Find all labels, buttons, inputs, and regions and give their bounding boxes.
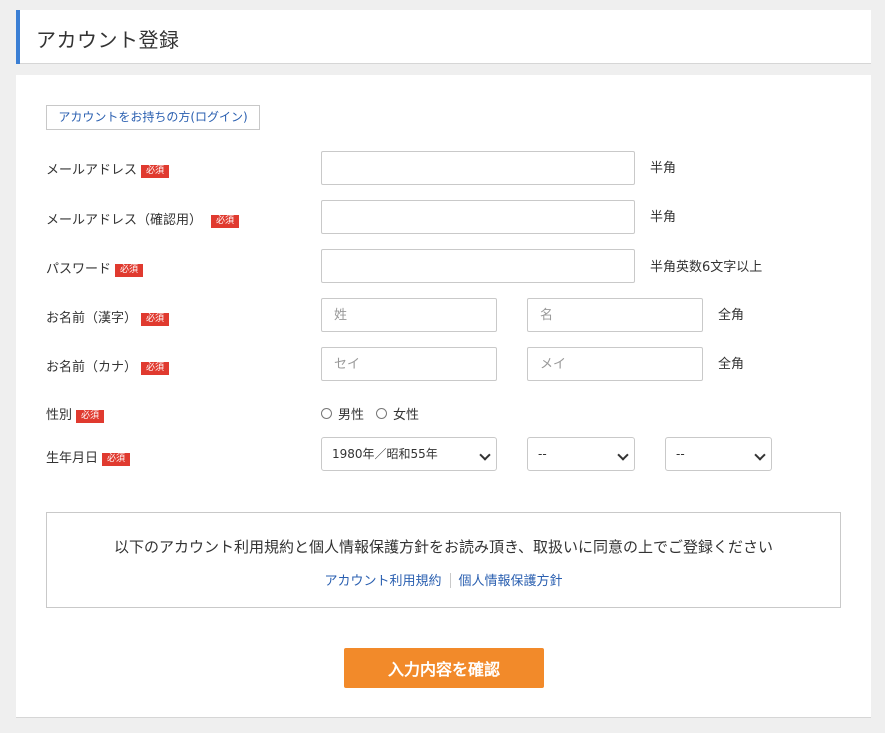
email-confirm-label: メールアドレス（確認用） 必須	[46, 209, 240, 228]
chevron-down-icon	[754, 449, 766, 461]
birth-year-select[interactable]: 1980年／昭和55年	[321, 437, 497, 471]
birth-month-select[interactable]: --	[527, 437, 635, 471]
required-badge: 必須	[141, 362, 170, 375]
first-name-kanji-input[interactable]	[527, 298, 703, 332]
email-confirm-note: 半角	[650, 210, 677, 225]
gender-male-radio[interactable]	[321, 408, 332, 419]
last-name-kanji-input[interactable]	[321, 298, 497, 332]
agreement-links: アカウント利用規約 個人情報保護方針	[47, 570, 840, 589]
password-label: パスワード 必須	[46, 258, 144, 277]
name-kana-label-text: お名前（カナ）	[46, 360, 138, 375]
email-note: 半角	[650, 161, 677, 176]
required-badge: 必須	[141, 165, 170, 178]
name-kana-note: 全角	[718, 357, 745, 372]
email-field[interactable]	[321, 151, 635, 185]
gender-female-radio[interactable]	[376, 408, 388, 419]
required-badge: 必須	[102, 453, 131, 466]
agreement-box: 以下のアカウント利用規約と個人情報保護方針をお読み頂き、取扱いに同意の上でご登録…	[46, 512, 841, 608]
registration-form: アカウントをお持ちの方(ログイン) メールアドレス 必須 半角 メールアドレス（確…	[16, 75, 871, 718]
chevron-down-icon	[479, 449, 491, 461]
gender-radio-group: 男性 女性	[321, 404, 431, 423]
agreement-text: 以下のアカウント利用規約と個人情報保護方針をお読み頂き、取扱いに同意の上でご登録…	[114, 538, 773, 556]
name-kana-label: お名前（カナ） 必須	[46, 356, 170, 375]
chevron-down-icon	[617, 449, 629, 461]
required-badge: 必須	[211, 215, 240, 228]
birth-day-select[interactable]: --	[665, 437, 772, 471]
gender-label: 性別 必須	[46, 404, 105, 423]
privacy-link[interactable]: 個人情報保護方針	[459, 574, 563, 589]
name-kanji-label-text: お名前（漢字）	[46, 311, 138, 326]
name-kanji-label: お名前（漢字） 必須	[46, 307, 170, 326]
password-field[interactable]	[321, 249, 635, 283]
page-header: アカウント登録	[16, 10, 871, 64]
name-kanji-note: 全角	[718, 308, 745, 323]
last-name-kana-input[interactable]	[321, 347, 497, 381]
required-badge: 必須	[76, 410, 105, 423]
required-badge: 必須	[115, 264, 144, 277]
login-link[interactable]: アカウントをお持ちの方(ログイン)	[46, 105, 260, 130]
birth-month-value: --	[538, 447, 547, 461]
birth-year-value: 1980年／昭和55年	[332, 447, 438, 461]
header-accent-bar	[16, 10, 20, 64]
gender-male-label[interactable]: 男性	[338, 404, 364, 423]
first-name-kana-input[interactable]	[527, 347, 703, 381]
required-badge: 必須	[141, 313, 170, 326]
confirm-button[interactable]: 入力内容を確認	[344, 648, 544, 688]
password-label-text: パスワード	[46, 262, 112, 277]
birth-day-value: --	[676, 447, 685, 461]
link-divider	[449, 573, 451, 588]
birthdate-label-text: 生年月日	[46, 451, 99, 466]
password-note: 半角英数6文字以上	[650, 260, 763, 275]
email-label: メールアドレス 必須	[46, 159, 170, 178]
email-confirm-label-text: メールアドレス（確認用）	[46, 213, 203, 228]
terms-link[interactable]: アカウント利用規約	[324, 574, 441, 589]
birthdate-label: 生年月日 必須	[46, 447, 131, 466]
page-title: アカウント登録	[36, 28, 180, 52]
gender-female-label[interactable]: 女性	[393, 404, 419, 423]
gender-label-text: 性別	[46, 408, 73, 423]
email-confirm-field[interactable]	[321, 200, 635, 234]
email-label-text: メールアドレス	[46, 163, 138, 178]
